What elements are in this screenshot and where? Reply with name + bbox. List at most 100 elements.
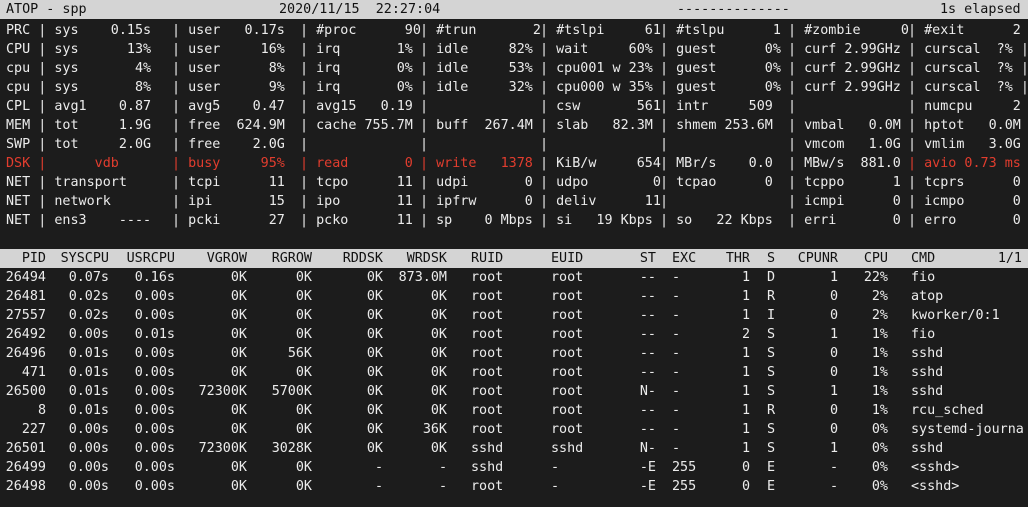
process-cell: 0.00s xyxy=(68,441,109,456)
process-cell: -- xyxy=(639,289,656,304)
process-cell: -E xyxy=(639,460,656,475)
system-metric-cell: | vmlim 3.0G | xyxy=(908,137,1028,152)
process-cell: 0K xyxy=(230,289,247,304)
process-cell: 26492 xyxy=(5,327,46,342)
system-metric-row: CPL | avg1 0.87 | avg5 0.47 | avg15 0.19 | |… xyxy=(0,97,1028,116)
process-cell: 255 xyxy=(672,479,697,494)
system-metric-cell: DSK | vdb xyxy=(6,156,119,171)
column-header: ST xyxy=(639,251,656,266)
process-cell: - xyxy=(829,460,838,475)
process-row: 471 0.01s 0.00s 0K 0K 0K 0K root root -- -1 S 0 1% ssh… xyxy=(0,363,1028,382)
system-metric-cell: MEM | tot 1.9G xyxy=(6,118,152,133)
process-cell: 72300K xyxy=(198,384,247,399)
process-cell: root xyxy=(551,384,584,399)
process-cell: root xyxy=(471,346,504,361)
process-cell: 0.00s xyxy=(134,346,175,361)
process-cell: 0K xyxy=(295,308,312,323)
system-metric-cell: | numcpu 2 | xyxy=(908,99,1028,114)
column-header: CMD xyxy=(911,251,936,266)
system-metric-cell: | cpu001 w 23% xyxy=(540,61,653,76)
process-cell: -- xyxy=(639,365,656,380)
system-metric-cell: | curscal ?% | xyxy=(908,80,1028,95)
process-cell: 0K xyxy=(295,403,312,418)
process-cell: 0.00s xyxy=(134,365,175,380)
process-cell: 0K xyxy=(366,384,383,399)
process-row: 227 0.00s 0.00s 0K 0K 0K 36K root root -- -1 S 0 0% sy… xyxy=(0,420,1028,439)
process-cell: 0 xyxy=(829,289,838,304)
process-cell: 0.00s xyxy=(68,460,109,475)
column-header: CPUNR xyxy=(797,251,838,266)
process-cell: <sshd> xyxy=(911,479,960,494)
system-metric-cell: | shmem 253.6M xyxy=(660,118,773,133)
process-cell: 26499 xyxy=(5,460,46,475)
process-cell: root xyxy=(551,422,584,437)
process-cell: -E xyxy=(639,479,656,494)
system-metric-cell: | irq 0% xyxy=(300,61,413,76)
system-metric-cell: | tcpi 11 xyxy=(172,175,285,190)
process-cell: <sshd> xyxy=(911,460,960,475)
process-cell: rcu_sched xyxy=(911,403,984,418)
process-cell: S xyxy=(767,384,776,399)
process-cell: 0K xyxy=(295,270,312,285)
process-cell: 2% xyxy=(871,289,888,304)
process-cell: 0 xyxy=(829,346,838,361)
column-header: PID xyxy=(21,251,46,266)
system-metric-cell: | xyxy=(540,137,549,152)
system-metric-cell: | irq 0% xyxy=(300,80,413,95)
process-cell: 0.00s xyxy=(134,422,175,437)
system-metric-cell: | ipfrw 0 xyxy=(420,194,533,209)
system-metric-cell: | cache 755.7M xyxy=(300,118,413,133)
process-cell: 26500 xyxy=(5,384,46,399)
process-cell: 0K xyxy=(230,403,247,418)
process-cell: 0K xyxy=(366,346,383,361)
process-cell: 0K xyxy=(230,479,247,494)
process-cell: -- xyxy=(639,422,656,437)
process-cell: kworker/0:1 xyxy=(911,308,1000,323)
process-cell: - xyxy=(374,460,383,475)
process-cell: - xyxy=(829,479,838,494)
system-metric-cell: | curf 2.99GHz xyxy=(788,80,901,95)
system-metric-cell: | avg15 0.19 xyxy=(300,99,413,114)
system-metric-cell: CPU | sys 13% xyxy=(6,42,152,57)
system-metric-cell: | intr 509 xyxy=(660,99,773,114)
process-cell: R xyxy=(767,289,776,304)
system-metric-row: MEM | tot 1.9G | free 624.9M | cache 755.7… xyxy=(0,116,1028,135)
system-metric-cell: | #tslpi 61 xyxy=(540,23,661,38)
system-metric-cell: | hptot 0.0M | xyxy=(908,118,1028,133)
system-metric-cell: | free 624.9M xyxy=(172,118,285,133)
process-cell: -- xyxy=(639,346,656,361)
system-metric-cell: | icmpi 0 xyxy=(788,194,901,209)
system-metric-cell: | so 22 Kbps xyxy=(660,213,773,228)
system-metric-row: cpu | sys 8% | user 9% | irq 0% | idle 32% |… xyxy=(0,78,1028,97)
system-metric-cell: | busy 95% xyxy=(172,156,285,171)
process-cell: 0K xyxy=(366,327,383,342)
system-metric-cell: NET | ens3 ---- xyxy=(6,213,152,228)
process-cell: 0.00s xyxy=(134,479,175,494)
process-cell: 0 xyxy=(829,403,838,418)
process-cell: 3028K xyxy=(271,441,312,456)
process-cell: root xyxy=(471,403,504,418)
system-metric-row: NET | network | ipi 15 | ipo 11 | ipfrw 0 | … xyxy=(0,192,1028,211)
system-metric-cell: | csw 561 xyxy=(540,99,661,114)
system-metric-cell: | KiB/w 654 xyxy=(540,156,661,171)
process-cell: 0.01s xyxy=(68,346,109,361)
process-cell: 27557 xyxy=(5,308,46,323)
atop-header-bar: ATOP - spp 2020/11/15 22:27:04 ---------… xyxy=(0,0,1028,19)
process-cell: 0.00s xyxy=(134,308,175,323)
process-cell: - xyxy=(374,479,383,494)
process-cell: 2 xyxy=(741,327,750,342)
system-metric-cell: NET | transport xyxy=(6,175,127,190)
process-cell: 1 xyxy=(741,346,750,361)
process-cell: -- xyxy=(639,403,656,418)
process-cell: 26481 xyxy=(5,289,46,304)
process-cell: 0K xyxy=(366,270,383,285)
process-cell: 0% xyxy=(871,422,888,437)
system-metric-cell: | pcko 11 xyxy=(300,213,413,228)
system-metric-row: CPU | sys 13% | user 16% | irq 1% | idle 82… xyxy=(0,40,1028,59)
datetime: 2020/11/15 22:27:04 xyxy=(279,2,441,17)
system-metric-cell: | tcprs 0 | xyxy=(908,175,1028,190)
system-metric-cell: | udpo 0 xyxy=(540,175,661,190)
process-cell: 0K xyxy=(366,403,383,418)
process-cell: - xyxy=(672,384,681,399)
system-metric-cell: | #trun 2 xyxy=(420,23,541,38)
